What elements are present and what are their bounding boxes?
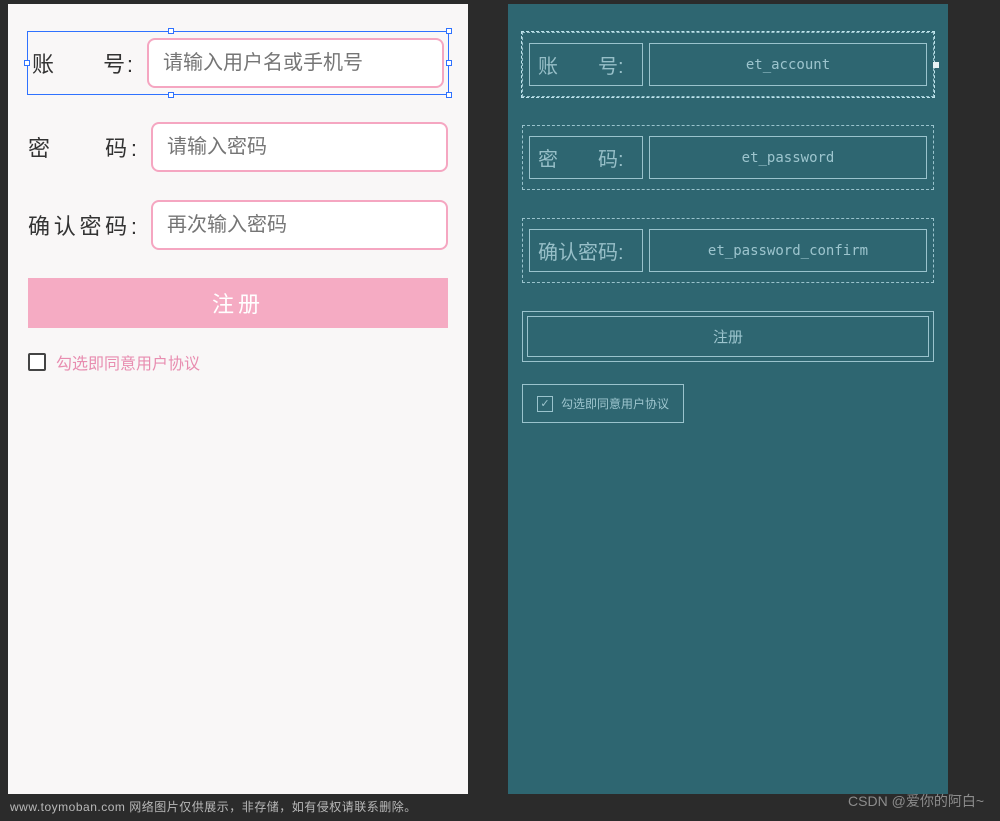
bp-account-id[interactable]: et_account [649,43,927,86]
bp-confirm-id[interactable]: et_password_confirm [649,229,927,272]
bp-row-account[interactable]: 账 号: et_account [522,32,934,97]
selection-handle-icon[interactable] [446,92,452,98]
bp-register-label: 注册 [713,329,743,346]
selection-outline: 账 号: [28,32,448,94]
account-label: 账 号: [32,47,147,79]
confirm-input[interactable] [151,200,448,250]
confirm-label: 确认密码: [28,209,151,241]
account-input[interactable] [147,38,444,88]
watermark-left: www.toymoban.com 网络图片仅供展示，非存储，如有侵权请联系删除。 [10,798,417,815]
selection-handle-icon[interactable] [24,60,30,66]
bp-register-button[interactable]: 注册 [522,311,934,362]
watermark-right: CSDN @爱你的阿白~ [848,791,984,811]
bp-password-label: 密 码: [529,136,643,179]
bp-agree-label: 勾选即同意用户协议 [561,395,669,412]
selection-handle-icon[interactable] [168,28,174,34]
bp-account-label: 账 号: [529,43,643,86]
bp-password-id[interactable]: et_password [649,136,927,179]
register-button[interactable]: 注册 [28,278,448,328]
password-label: 密 码: [28,131,151,163]
agree-label: 勾选即同意用户协议 [56,350,200,374]
bp-row-confirm[interactable]: 确认密码: et_password_confirm [522,218,934,283]
selection-handle-icon[interactable] [446,28,452,34]
preview-panel: 账 号: 密 码: 确认密码: 注册 勾选即同意用户协议 [8,4,468,794]
selection-handle-icon[interactable] [446,60,452,66]
bp-agree-row[interactable]: ✓ 勾选即同意用户协议 [522,384,684,423]
bp-confirm-label: 确认密码: [529,229,643,272]
row-confirm: 确认密码: [28,200,448,250]
row-account: 账 号: [28,32,448,94]
password-input[interactable] [151,122,448,172]
bp-agree-checkbox-icon[interactable]: ✓ [537,396,553,412]
row-password: 密 码: [28,122,448,172]
selection-handle-icon[interactable] [933,62,939,68]
agree-row[interactable]: 勾选即同意用户协议 [28,350,448,374]
agree-checkbox[interactable] [28,353,46,371]
blueprint-panel: 账 号: et_account 密 码: et_password 确认密码: e… [508,4,948,794]
bp-row-password[interactable]: 密 码: et_password [522,125,934,190]
selection-handle-icon[interactable] [168,92,174,98]
